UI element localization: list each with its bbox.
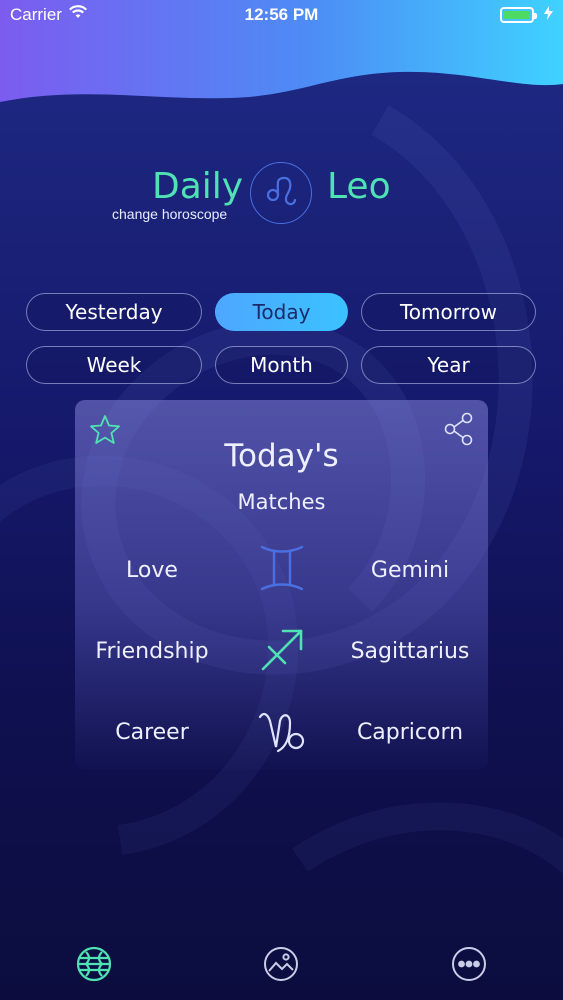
tab-bar: [0, 930, 563, 1000]
charging-icon: [544, 5, 553, 25]
tab-more[interactable]: [449, 946, 489, 986]
wifi-icon: [68, 5, 88, 25]
carrier-label: Carrier: [10, 5, 62, 24]
match-category-love: Love: [126, 558, 178, 583]
daily-label: Daily: [152, 166, 244, 207]
battery-icon: [500, 7, 537, 23]
period-month-button[interactable]: Month: [215, 346, 348, 384]
gemini-icon: [254, 540, 310, 596]
matches-card: Today's Matches Love Gemini Friendship S…: [75, 400, 488, 770]
status-bar: Carrier 12:56 PM: [0, 0, 563, 30]
period-today-button[interactable]: Today: [215, 293, 348, 331]
period-week-button[interactable]: Week: [26, 346, 202, 384]
card-title: Today's: [224, 438, 339, 474]
leo-icon: [261, 171, 301, 215]
match-sign-sagittarius: Sagittarius: [350, 639, 470, 664]
period-yesterday-button[interactable]: Yesterday: [26, 293, 202, 331]
period-year-button[interactable]: Year: [361, 346, 536, 384]
match-sign-capricorn: Capricorn: [356, 720, 464, 745]
match-sign-gemini: Gemini: [370, 558, 450, 583]
sign-label: Leo: [327, 166, 391, 207]
card-subtitle: Matches: [237, 490, 326, 514]
period-tomorrow-button[interactable]: Tomorrow: [361, 293, 536, 331]
capricorn-icon: [254, 704, 310, 760]
status-left: Carrier: [10, 5, 88, 25]
horoscope-header[interactable]: Daily change horoscope Leo: [0, 160, 563, 230]
match-category-career: Career: [115, 720, 189, 745]
tab-gallery[interactable]: [261, 946, 301, 986]
sagittarius-icon: [254, 622, 310, 678]
picture-icon: [263, 946, 299, 986]
sign-badge[interactable]: [250, 162, 312, 224]
change-horoscope-link[interactable]: change horoscope: [112, 206, 227, 222]
horoscope-globe-icon: [76, 946, 112, 986]
tab-horoscope[interactable]: [74, 946, 114, 986]
status-right: [500, 5, 553, 25]
match-category-friendship: Friendship: [95, 639, 209, 664]
more-icon: [451, 946, 487, 986]
